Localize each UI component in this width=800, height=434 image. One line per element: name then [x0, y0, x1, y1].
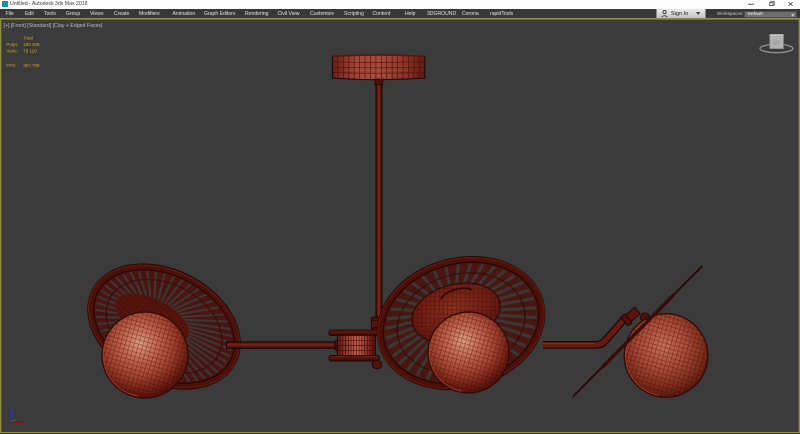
svg-text:Verts:: Verts: — [6, 48, 18, 53]
svg-text:Total: Total — [23, 36, 33, 41]
svg-text:397,709: 397,709 — [23, 63, 40, 68]
svg-text:FPS:: FPS: — [6, 63, 16, 68]
svg-text:150 328: 150 328 — [23, 42, 40, 47]
svg-text:[+] [Front] [Standard] [Clay +: [+] [Front] [Standard] [Clay + Edged Fac… — [4, 23, 103, 29]
svg-text:Polys:: Polys: — [6, 42, 18, 47]
svg-text:79 110: 79 110 — [23, 48, 37, 53]
